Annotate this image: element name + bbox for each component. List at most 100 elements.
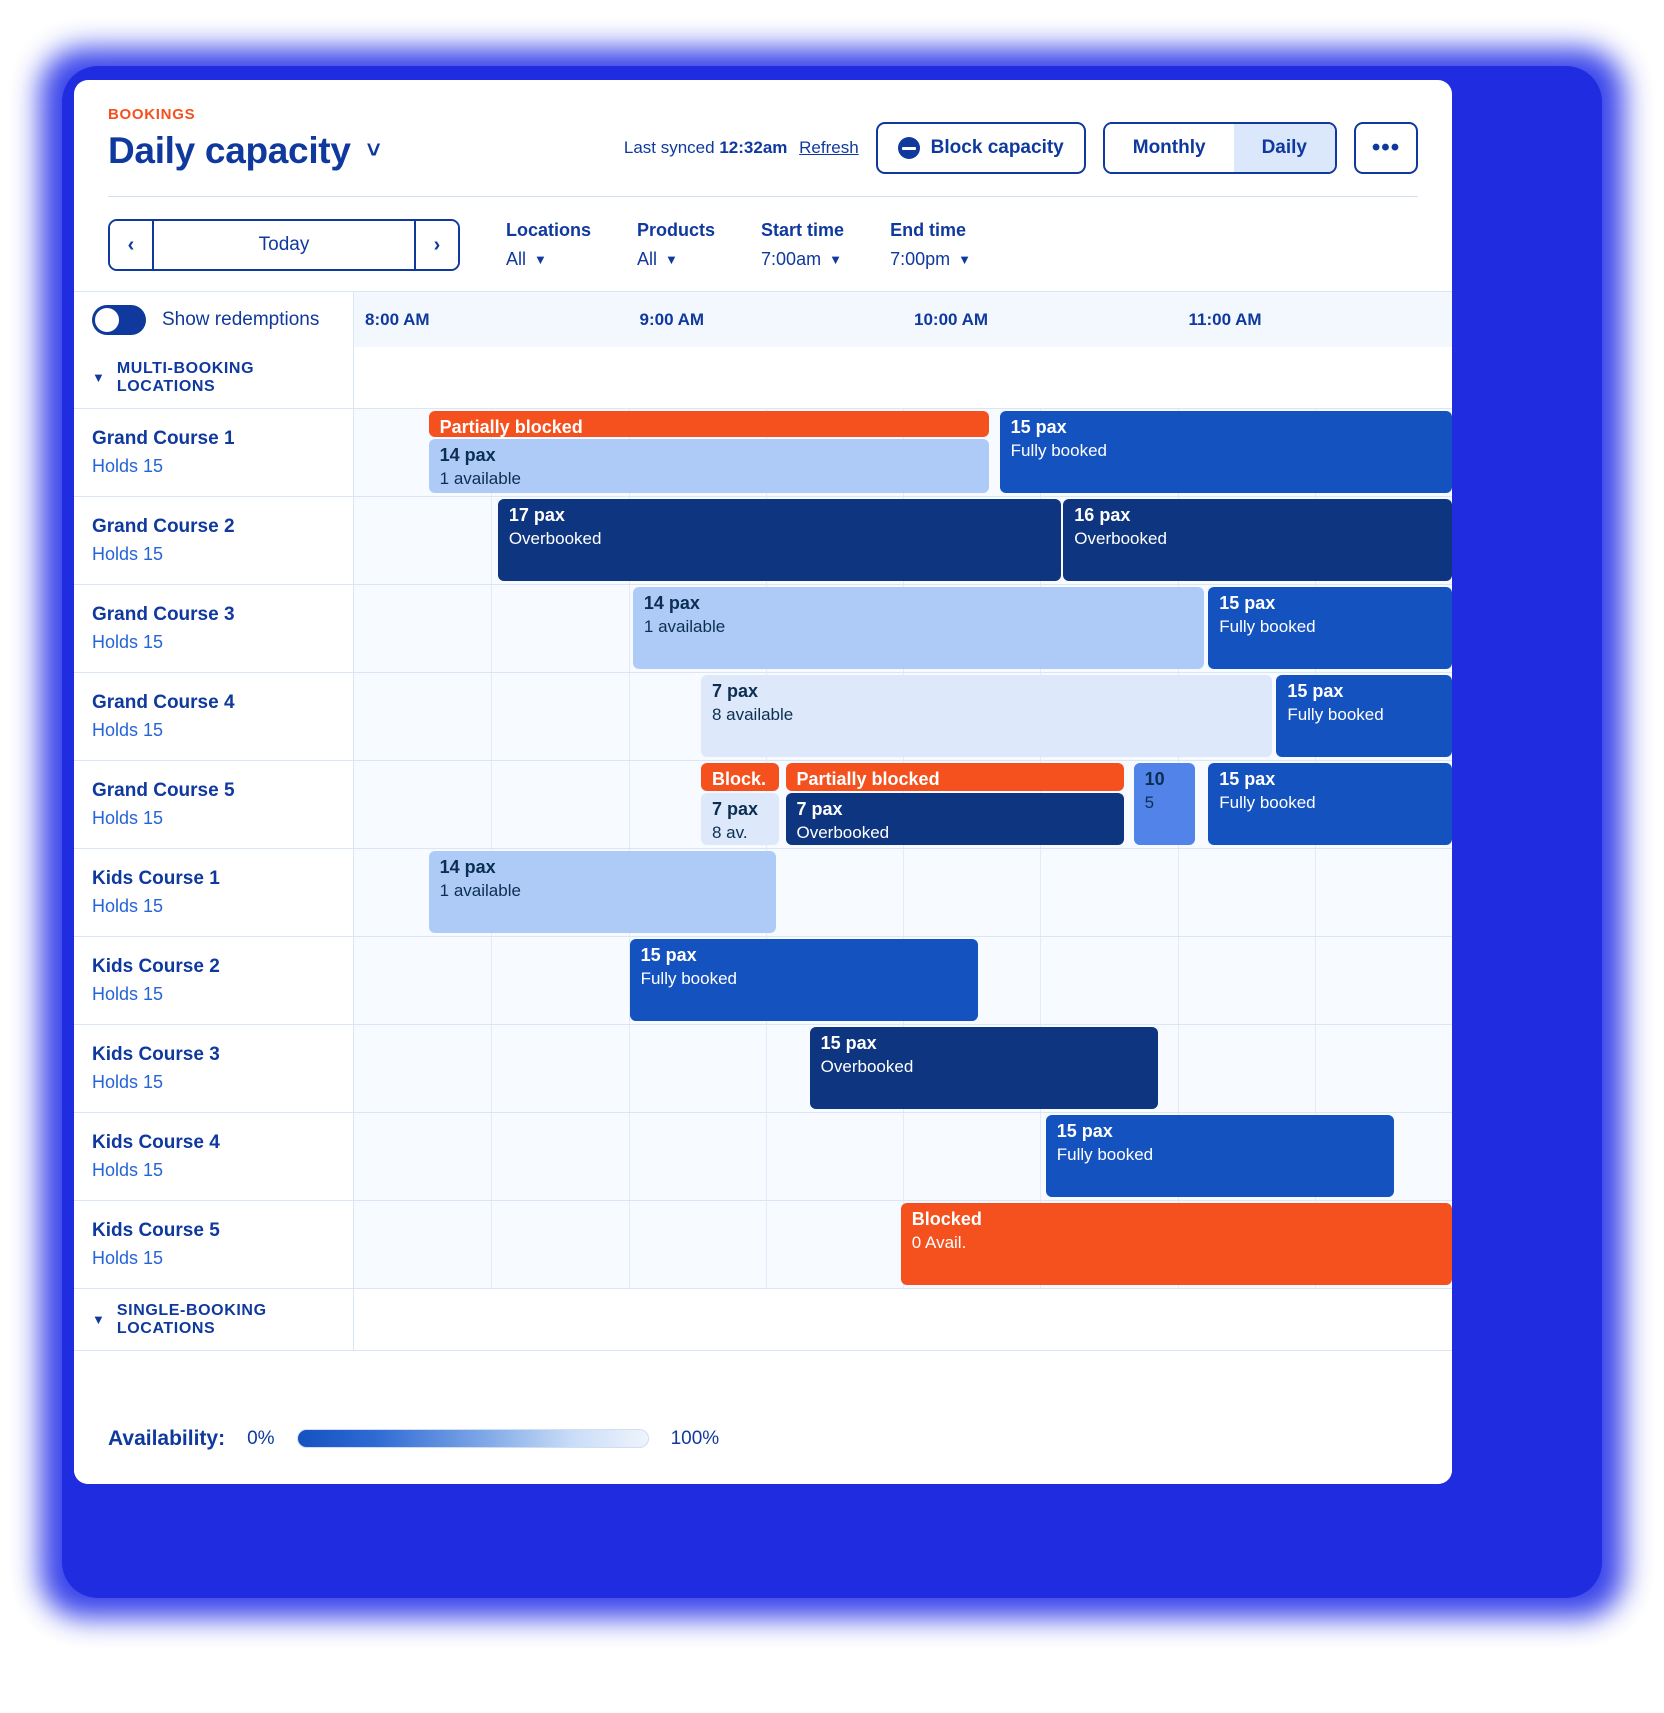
chevron-down-icon: ▼ (829, 252, 842, 267)
location-label-cell[interactable]: Grand Course 5 Holds 15 (74, 761, 354, 848)
capacity-block-primary: 7 pax (796, 799, 843, 819)
chevron-down-icon[interactable]: ˅ (367, 139, 381, 163)
location-label-cell[interactable]: Kids Course 1 Holds 15 (74, 849, 354, 936)
row-lane: 15 pax Fully booked (354, 1113, 1452, 1200)
grid-line (1040, 1113, 1042, 1200)
capacity-block[interactable]: 15 pax Fully booked (1276, 675, 1452, 757)
caret-down-icon[interactable]: ▼ (92, 370, 105, 385)
location-label-cell[interactable]: Grand Course 4 Holds 15 (74, 673, 354, 760)
location-name: Kids Course 4 (92, 1132, 220, 1153)
capacity-block-secondary: Overbooked (796, 823, 890, 843)
capacity-block[interactable]: 15 pax Fully booked (629, 939, 978, 1021)
filter-start-time-select[interactable]: 7:00am ▼ (761, 249, 844, 270)
location-label-cell[interactable]: Grand Course 2 Holds 15 (74, 497, 354, 584)
next-day-button[interactable]: › (414, 221, 458, 269)
filter-locations-value: All (506, 249, 527, 269)
time-column-label: 10:00 AM (914, 309, 989, 329)
capacity-block[interactable]: 15 pax Fully booked (1208, 763, 1452, 845)
capacity-block[interactable]: 7 pax 8 av. (700, 793, 779, 845)
capacity-block[interactable]: 7 pax 8 available (700, 675, 1272, 757)
section-label-cell[interactable]: ▼ SINGLE-BOOKING LOCATIONS (74, 1289, 354, 1350)
last-synced-label: Last synced (623, 138, 715, 157)
location-label-cell[interactable]: Grand Course 1 Holds 15 (74, 409, 354, 496)
filter-products-select[interactable]: All ▼ (637, 249, 715, 270)
row-lane: 15 pax Fully booked (354, 937, 1452, 1024)
capacity-block[interactable]: 15 pax Fully booked (999, 411, 1452, 493)
section-title: SINGLE-BOOKING LOCATIONS (116, 1301, 267, 1337)
capacity-block[interactable]: Partially blocked (428, 411, 989, 437)
tab-daily[interactable]: Daily (1233, 124, 1335, 172)
capacity-block-secondary: 1 available (439, 469, 521, 489)
availability-min: 0% (247, 1427, 275, 1449)
screenshot-root: BOOKINGS Daily capacity ˅ Last synced 12… (0, 0, 1664, 1713)
filter-start-time-value: 7:00am (761, 249, 822, 269)
capacity-block[interactable]: 15 pax Overbooked (809, 1027, 1158, 1109)
minus-circle-icon (897, 137, 920, 159)
chevron-down-icon: ▼ (665, 252, 678, 267)
calendar-header: Show redemptions 8:00 AM 9:00 AM 10:00 AM 1… (74, 291, 1452, 347)
location-label-cell[interactable]: Kids Course 4 Holds 15 (74, 1113, 354, 1200)
location-label-cell[interactable]: Grand Course 3 Holds 15 (74, 585, 354, 672)
grid-line (1177, 849, 1179, 936)
row-lane: 14 pax 1 available (354, 849, 1452, 936)
capacity-block[interactable]: Blocked 0 Avail. (900, 1203, 1452, 1285)
capacity-block[interactable]: 15 pax Fully booked (1045, 1115, 1394, 1197)
row-lane: 15 pax Overbooked (354, 1025, 1452, 1112)
location-label-cell[interactable]: Kids Course 3 Holds 15 (74, 1025, 354, 1112)
capacity-block-secondary: Fully booked (640, 969, 737, 989)
capacity-block[interactable]: 14 pax 1 available (428, 439, 989, 493)
grid-line (628, 673, 630, 760)
refresh-link[interactable]: Refresh (799, 138, 859, 157)
capacity-block[interactable]: 16 pax Overbooked (1063, 499, 1452, 581)
capacity-block[interactable]: 14 pax 1 available (632, 587, 1204, 669)
location-label-cell[interactable]: Kids Course 2 Holds 15 (74, 937, 354, 1024)
row-lane (354, 1289, 1452, 1350)
location-capacity: Holds 15 (92, 1248, 164, 1268)
grid-line (491, 673, 493, 760)
capacity-block[interactable]: 14 pax 1 available (428, 851, 776, 933)
section-header-row[interactable]: ▼ MULTI-BOOKING LOCATIONS (74, 347, 1452, 409)
location-row: Kids Course 4 Holds 15 15 pax Fully booked (74, 1113, 1452, 1201)
capacity-block[interactable]: 15 pax Fully booked (1208, 587, 1452, 669)
capacity-block[interactable]: 10 5 (1133, 763, 1196, 845)
section-label-cell[interactable]: ▼ MULTI-BOOKING LOCATIONS (74, 347, 354, 408)
capacity-block-secondary: Overbooked (1074, 529, 1167, 549)
section-header-row[interactable]: ▼ SINGLE-BOOKING LOCATIONS (74, 1289, 1452, 1351)
grid-line (765, 1201, 767, 1288)
capacity-block-secondary: Overbooked (508, 529, 602, 549)
breadcrumb: BOOKINGS (108, 106, 196, 123)
location-name: Grand Course 5 (92, 780, 235, 801)
filter-locations-label: Locations (506, 220, 592, 240)
grid-line (628, 1025, 630, 1112)
availability-legend: Availability: 0% 100% (74, 1392, 1452, 1484)
capacity-block-primary: 15 pax (640, 945, 697, 965)
previous-day-button[interactable]: ‹ (110, 221, 154, 269)
page-title-row[interactable]: Daily capacity ˅ (108, 130, 381, 172)
grid-line (1177, 1025, 1179, 1112)
location-label-cell[interactable]: Kids Course 5 Holds 15 (74, 1201, 354, 1288)
capacity-block-secondary: 1 available (643, 617, 726, 637)
capacity-block[interactable]: 7 pax Overbooked (785, 793, 1124, 845)
capacity-block-primary: 10 (1144, 769, 1165, 789)
filter-end-time-select[interactable]: 7:00pm ▼ (890, 249, 971, 270)
block-capacity-button[interactable]: Block capacity (875, 122, 1086, 174)
capacity-calendar: Show redemptions 8:00 AM 9:00 AM 10:00 AM 1… (74, 291, 1452, 1392)
more-options-button[interactable]: ••• (1354, 122, 1418, 174)
location-name: Grand Course 2 (92, 516, 235, 537)
today-button[interactable]: Today (154, 221, 414, 269)
capacity-block[interactable]: Partially blocked (785, 763, 1124, 791)
capacity-block-secondary: Fully booked (1219, 617, 1316, 637)
view-switcher: Monthly Daily (1102, 122, 1337, 174)
tab-monthly[interactable]: Monthly (1104, 124, 1234, 172)
capacity-block-primary: 15 pax (820, 1033, 877, 1053)
location-capacity: Holds 15 (92, 984, 164, 1004)
capacity-block[interactable]: 17 pax Overbooked (497, 499, 1062, 581)
capacity-block[interactable]: Block. (700, 763, 779, 791)
grid-line (491, 761, 493, 848)
row-lane (354, 347, 1452, 408)
filter-locations-select[interactable]: All ▼ (506, 249, 591, 270)
caret-down-icon[interactable]: ▼ (92, 1312, 105, 1327)
show-redemptions-toggle[interactable] (92, 304, 146, 335)
row-lane: 7 pax 8 available 15 pax Fully booked (354, 673, 1452, 760)
availability-label: Availability: (108, 1426, 226, 1450)
